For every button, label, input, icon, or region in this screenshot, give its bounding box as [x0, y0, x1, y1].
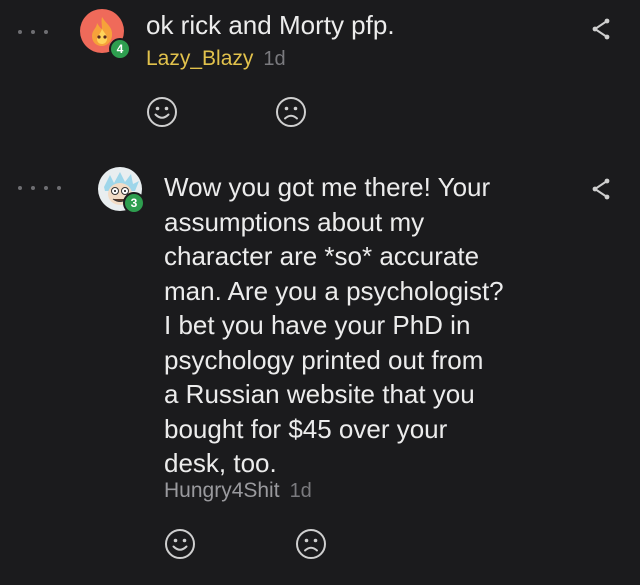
comment: 3 Wow you got me there! Your assumptions…: [0, 160, 640, 585]
comment-text: Wow you got me there! Your assumptions a…: [164, 172, 504, 478]
avatar[interactable]: 4: [80, 9, 131, 60]
smile-icon[interactable]: [146, 96, 178, 128]
smile-icon[interactable]: [164, 528, 196, 560]
username[interactable]: Lazy_Blazy: [146, 47, 253, 71]
frown-icon[interactable]: [295, 528, 327, 560]
frown-icon[interactable]: [275, 96, 307, 128]
share-icon[interactable]: [590, 17, 612, 41]
avatar[interactable]: 3: [98, 167, 145, 214]
share-icon[interactable]: [590, 177, 612, 201]
comment-meta: Hungry4Shit 1d: [164, 479, 312, 503]
timestamp: 1d: [289, 480, 312, 502]
thread-depth-indicator: [18, 30, 48, 34]
level-badge: 3: [123, 192, 145, 214]
level-badge: 4: [109, 38, 131, 60]
comment-text: ok rick and Morty pfp.: [146, 10, 395, 40]
comment: 4 ok rick and Morty pfp. Lazy_Blazy 1d: [0, 0, 640, 160]
thread-depth-indicator: [18, 186, 61, 190]
username[interactable]: Hungry4Shit: [164, 479, 280, 503]
comment-meta: Lazy_Blazy 1d: [146, 47, 286, 71]
timestamp: 1d: [263, 48, 286, 70]
